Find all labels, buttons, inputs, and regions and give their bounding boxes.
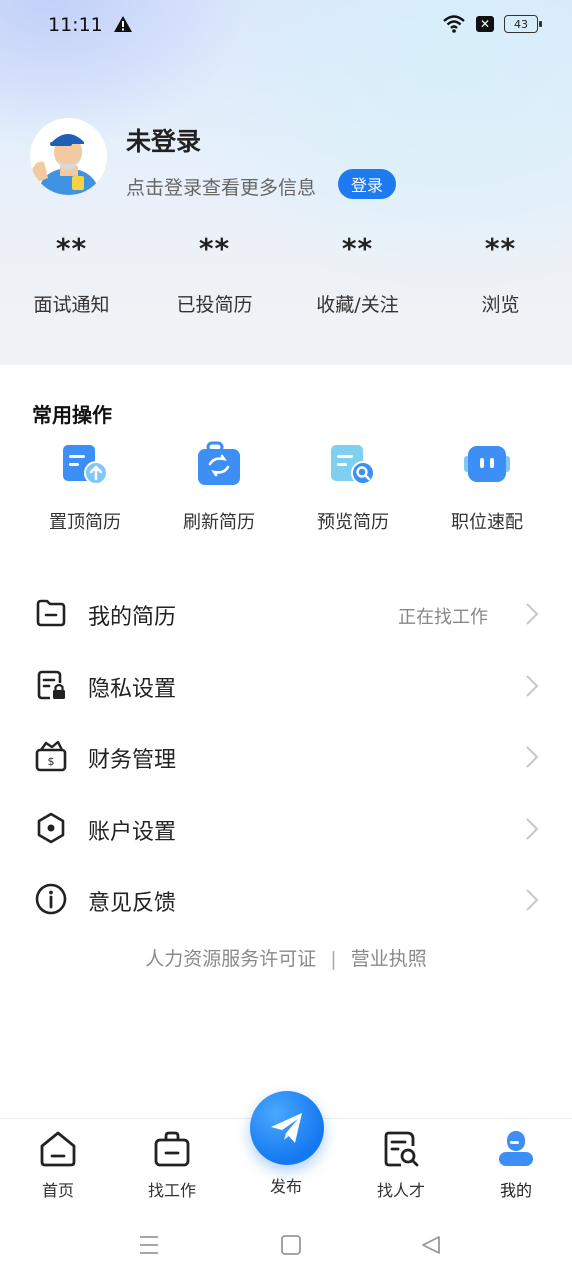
menu-item-finance[interactable]: $ 财务管理 <box>0 721 572 793</box>
preview-resume-icon <box>328 440 378 490</box>
stat-value: ** <box>484 232 517 265</box>
menu-item-feedback[interactable]: 意见反馈 <box>0 864 572 936</box>
stat-label: 收藏/关注 <box>316 294 399 316</box>
bottom-tab-bar: 首页 找工作 发布 找人才 我的 <box>0 1091 572 1210</box>
action-label: 置顶简历 <box>49 512 121 533</box>
menu-label: 隐私设置 <box>88 676 177 702</box>
link-separator: | <box>330 948 337 970</box>
resume-top-icon <box>60 440 110 490</box>
action-label: 预览简历 <box>317 512 389 533</box>
tab-home[interactable]: 首页 <box>13 1129 103 1201</box>
tab-find-job[interactable]: 找工作 <box>127 1129 217 1201</box>
tab-label: 我的 <box>499 1181 532 1200</box>
action-job-match[interactable]: 职位速配 <box>420 440 554 534</box>
user-name[interactable]: 未登录 <box>126 122 201 158</box>
action-preview-resume[interactable]: 预览简历 <box>286 440 420 534</box>
tab-label: 找工作 <box>147 1181 196 1200</box>
tab-label: 找人才 <box>376 1181 425 1200</box>
avatar[interactable] <box>30 118 107 195</box>
stat-value: ** <box>341 232 374 265</box>
menu-label: 意见反馈 <box>88 891 177 916</box>
svg-text:$: $ <box>48 755 55 768</box>
worker-avatar-icon <box>30 118 107 195</box>
stat-label: 已投简历 <box>176 294 253 316</box>
chevron-right-icon <box>526 746 539 768</box>
menu-item-my-resume[interactable]: 我的简历 正在找工作 <box>0 578 572 650</box>
tab-mine[interactable]: 我的 <box>471 1129 561 1201</box>
chevron-right-icon <box>526 674 539 697</box>
user-active-icon <box>499 1131 533 1166</box>
menu-label: 账户设置 <box>88 819 177 845</box>
license-links: 人力资源服务许可证 | 营业执照 <box>0 944 572 971</box>
common-ops-grid: 置顶简历 刷新简历 预览简历 职位速配 <box>0 440 572 540</box>
stat-value: ** <box>198 232 231 265</box>
status-time: 11:11 <box>48 14 103 36</box>
privacy-lock-icon <box>37 670 65 699</box>
battery-level: 43 <box>514 17 528 31</box>
common-ops-title: 常用操作 <box>32 403 112 427</box>
home-icon <box>40 1131 76 1167</box>
stat-interview-notice[interactable]: ** 面试通知 <box>0 232 143 317</box>
menu-label: 财务管理 <box>88 748 177 773</box>
wifi-icon <box>443 15 465 33</box>
tab-label: 首页 <box>41 1181 74 1200</box>
refresh-resume-icon <box>194 440 244 490</box>
back-triangle-icon[interactable] <box>420 1234 442 1256</box>
job-match-icon <box>462 440 512 490</box>
login-hint[interactable]: 点击登录查看更多信息 <box>126 173 316 200</box>
stat-label: 面试通知 <box>33 294 110 316</box>
action-label: 刷新简历 <box>183 512 255 533</box>
stat-views[interactable]: ** 浏览 <box>429 232 572 317</box>
stat-favorites-follows[interactable]: ** 收藏/关注 <box>286 232 429 317</box>
home-square-icon[interactable] <box>280 1234 302 1256</box>
stat-value: ** <box>55 232 88 265</box>
publish-button[interactable] <box>250 1091 324 1165</box>
warning-icon <box>114 16 132 32</box>
paper-plane-icon <box>271 1113 302 1143</box>
system-nav-bar <box>0 1210 572 1280</box>
chevron-right-icon <box>526 889 539 911</box>
battery-icon: 43 <box>504 15 542 33</box>
job-status-text: 正在找工作 <box>398 607 488 628</box>
hr-service-license-link[interactable]: 人力资源服务许可证 <box>145 948 316 970</box>
folder-icon <box>36 599 66 627</box>
action-top-resume[interactable]: 置顶简历 <box>18 440 152 534</box>
menu-label: 我的简历 <box>88 605 177 630</box>
action-refresh-resume[interactable]: 刷新简历 <box>152 440 286 534</box>
info-icon <box>35 883 67 915</box>
status-bar: 11:11 ✕ 43 <box>0 0 572 52</box>
menu-lines-icon[interactable] <box>138 1234 160 1256</box>
status-icons: ✕ 43 <box>442 14 542 34</box>
menu-item-account[interactable]: 账户设置 <box>0 793 572 865</box>
hexagon-settings-icon <box>37 812 65 843</box>
profile-header[interactable]: 未登录 点击登录查看更多信息 登录 <box>30 118 550 200</box>
login-button[interactable]: 登录 <box>338 169 396 199</box>
menu-item-privacy[interactable]: 隐私设置 <box>0 650 572 722</box>
chevron-right-icon <box>526 817 539 840</box>
talent-search-icon <box>384 1131 419 1167</box>
chevron-right-icon <box>526 603 539 625</box>
wallet-icon: $ <box>35 740 67 772</box>
action-label: 职位速配 <box>451 512 523 533</box>
tab-find-talent[interactable]: 找人才 <box>356 1129 446 1201</box>
stat-label: 浏览 <box>481 294 520 316</box>
stats-row: ** 面试通知 ** 已投简历 ** 收藏/关注 ** 浏览 <box>0 232 572 332</box>
business-license-link[interactable]: 营业执照 <box>351 948 427 970</box>
publish-label[interactable]: 发布 <box>241 1173 331 1197</box>
briefcase-icon <box>154 1131 190 1167</box>
stat-applied-resumes[interactable]: ** 已投简历 <box>143 232 286 317</box>
settings-menu: 我的简历 正在找工作 隐私设置 $ 财务管理 账户设置 意见反馈 <box>0 578 572 936</box>
no-sim-icon: ✕ <box>476 16 494 32</box>
